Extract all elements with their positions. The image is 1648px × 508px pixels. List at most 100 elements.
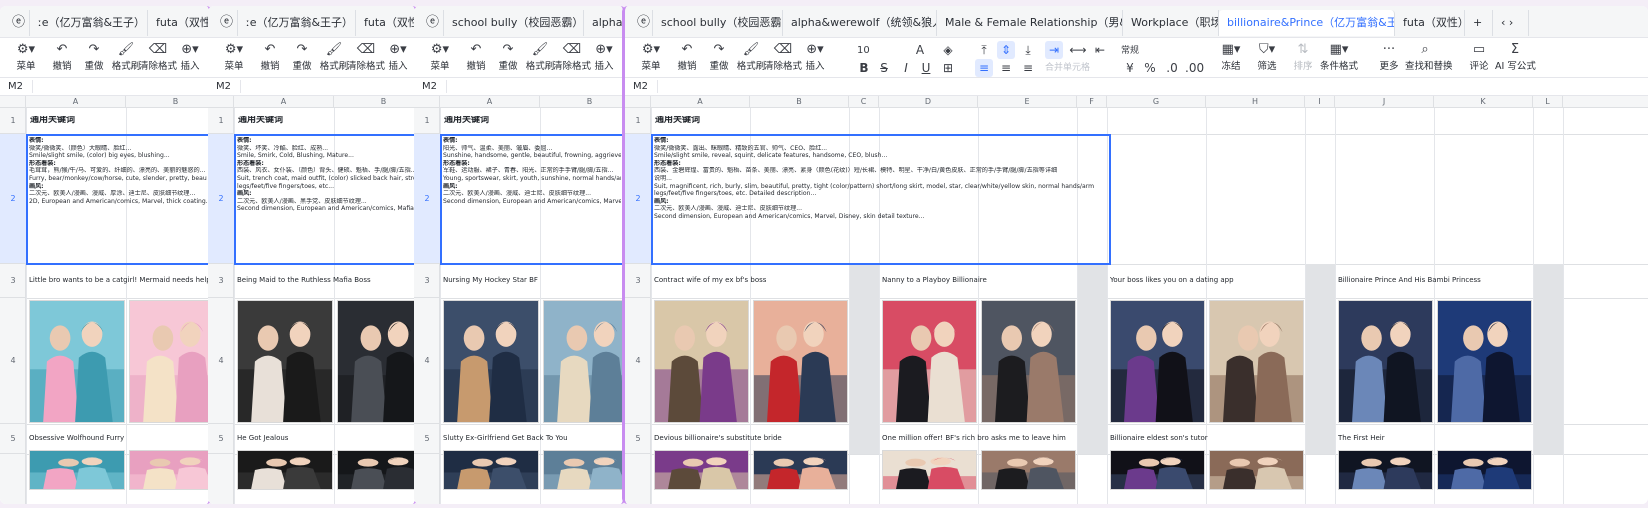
toolbar-button-right-7[interactable]: Σ AI 写公式 [1495,40,1536,74]
toolbar-button-right-1[interactable]: ⛉▾ 筛选 [1247,40,1287,74]
sheet-tab[interactable]: futa（双性） [356,10,415,36]
story-title-cell[interactable]: Obsessive Wolfhound Furry [29,434,124,443]
sheet-tab[interactable]: futa（双性） [1395,10,1465,36]
header-title-cell[interactable]: 通用关键词 [444,116,489,125]
row-header-3[interactable]: 3 [208,264,234,298]
strikethrough-button[interactable]: S [875,59,893,77]
sheet-tab[interactable]: ːe（亿万富翁&王子） [238,10,356,36]
row-header-4[interactable]: 4 [625,298,651,424]
character-image[interactable] [237,300,333,423]
corner-cell[interactable] [0,96,26,108]
story-title-cell[interactable]: Nursing My Hockey Star BF [443,276,538,285]
character-image[interactable] [654,300,749,423]
toolbar-button-right-0[interactable]: ▦▾ 冻结 [1211,40,1251,74]
row-header-5[interactable]: 5 [0,424,26,454]
row-header-5[interactable]: 5 [625,424,651,454]
merge-cells-button[interactable]: 合并单元格 [1045,59,1115,77]
story-title-cell[interactable]: Contract wife of my ex bf's boss [654,276,766,285]
story-title-cell[interactable]: Little bro wants to be a catgirl! Mermai… [29,276,209,285]
tab-scroll-arrows[interactable]: ‹ › [1493,10,1529,36]
row-header-4[interactable]: 4 [208,298,234,424]
character-image[interactable] [237,450,333,490]
column-header-B[interactable]: B [334,96,415,108]
column-header-I[interactable]: I [1305,96,1335,108]
sheet-tab[interactable]: alpha&werewolf（统领&狼人） [783,10,937,36]
row-header-1[interactable]: 1 [0,108,26,134]
align-right-icon[interactable]: ≡ [1019,59,1037,77]
header-title-cell[interactable]: 通用关键词 [30,116,75,125]
italic-button[interactable]: I [897,59,915,77]
story-title-cell[interactable]: Devious billionaire's substitute bride [654,434,782,443]
underline-button[interactable]: U [917,59,935,77]
sheet-list-icon[interactable]: ⓔ [212,10,238,36]
story-title-cell[interactable]: He Got Jealous [237,434,288,443]
font-size-select[interactable]: 10 [857,42,897,60]
story-title-cell[interactable]: Your boss likes you on a dating app [1110,276,1234,285]
sheet-list-icon[interactable]: ⓔ [629,10,653,36]
character-image[interactable] [543,300,623,423]
overflow-icon[interactable]: ⟷ [1069,41,1087,59]
character-image[interactable] [753,300,848,423]
toolbar-button-right-3[interactable]: ▦▾ 条件格式 [1319,40,1359,74]
sheet-list-icon[interactable]: ⓔ [4,10,30,36]
column-header-B[interactable]: B [540,96,623,108]
clip-icon[interactable]: ⇤ [1091,41,1109,59]
character-image[interactable] [1209,450,1304,490]
row-header-1[interactable]: 1 [625,108,651,134]
character-image[interactable] [1209,300,1304,423]
character-image[interactable] [129,300,209,423]
corner-cell[interactable] [625,96,651,108]
align-left-icon[interactable]: ≡ [975,59,993,77]
wrap-text-icon[interactable]: ⇥ [1045,41,1063,59]
column-header-A[interactable]: A [234,96,334,108]
column-header-B[interactable]: B [126,96,209,108]
toolbar-button-right-6[interactable]: ▭ 评论 [1459,40,1499,74]
spreadsheet-grid[interactable]: A B 1 2 3 4 5 通用关键词 表情: 阳光、帅气、温柔、美丽、皱眉、委屈... Sunsh… [414,96,623,504]
character-image[interactable] [29,450,125,490]
toolbar-button-5[interactable]: ⊕▾ 插入 [584,40,623,74]
toolbar-button-5[interactable]: ⊕▾ 插入 [378,40,415,74]
align-center-icon[interactable]: ≡ [997,59,1015,77]
column-header-A[interactable]: A [651,96,750,108]
toolbar-button-5[interactable]: ⊕▾ 插入 [170,40,209,74]
character-image[interactable] [1110,300,1205,423]
character-image[interactable] [543,450,623,490]
row-header-5[interactable]: 5 [414,424,440,454]
toolbar-button-0[interactable]: ⚙▾ 菜单 [6,40,46,74]
story-title-cell[interactable]: Nanny to a Playboy Billionaire [882,276,987,285]
column-header-G[interactable]: G [1107,96,1206,108]
cell-reference[interactable]: M2 [216,78,231,96]
bold-button[interactable]: B [855,59,873,77]
spreadsheet-grid[interactable]: A B C D E F G H I J K L 1 2 3 4 5 通用关键词 表情: 微笑/微微笑、露出、眯眼睛、精… [625,96,1648,504]
story-title-cell[interactable]: The First Heir [1338,434,1385,443]
column-header-B[interactable]: B [750,96,849,108]
increase-decimal-icon[interactable]: .00 [1185,59,1204,77]
row-header-3[interactable]: 3 [0,264,26,298]
character-image[interactable] [1338,450,1433,490]
column-header-D[interactable]: D [879,96,978,108]
column-header-K[interactable]: K [1434,96,1533,108]
character-image[interactable] [882,450,977,490]
character-image[interactable] [1338,300,1433,423]
toolbar-button-right-5[interactable]: ⌕ 查找和替换 [1405,40,1453,74]
cell-reference[interactable]: M2 [633,78,648,96]
character-image[interactable] [337,300,415,423]
sheet-tab[interactable]: school bully（校园恶霸） [444,10,584,36]
font-color-button[interactable]: A [911,41,929,59]
character-image[interactable] [981,300,1076,423]
row-header-2[interactable]: 2 [0,134,26,264]
keywords-cell[interactable]: 表情: 阳光、帅气、温柔、美丽、皱眉、委屈... Sunshine, handsom… [443,137,621,261]
column-header-A[interactable]: A [26,96,126,108]
column-header-J[interactable]: J [1335,96,1434,108]
row-header-2[interactable]: 2 [625,134,651,264]
toolbar-button-right-4[interactable]: ··· 更多 [1369,40,1409,74]
border-button[interactable]: ⊞ [939,59,957,77]
row-header-2[interactable]: 2 [208,134,234,264]
row-header-2[interactable]: 2 [414,134,440,264]
column-header-C[interactable]: C [849,96,879,108]
row-header-4[interactable]: 4 [0,298,26,424]
character-image[interactable] [981,450,1076,490]
row-header-3[interactable]: 3 [414,264,440,298]
cell-reference[interactable]: M2 [8,78,23,96]
corner-cell[interactable] [414,96,440,108]
